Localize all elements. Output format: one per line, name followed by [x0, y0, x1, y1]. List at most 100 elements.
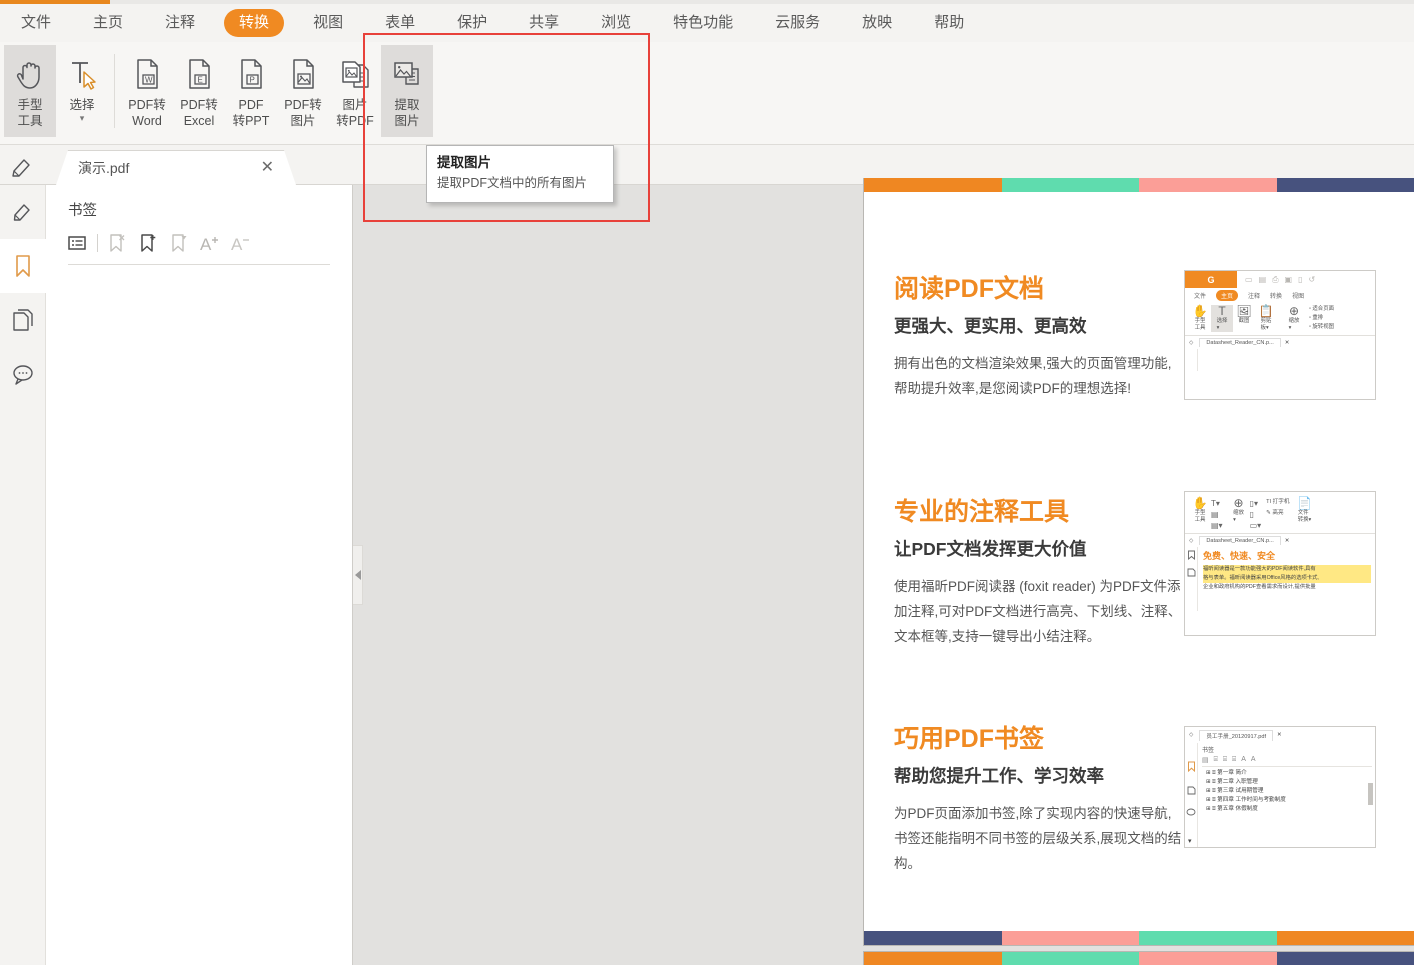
mini-tab-label: 员工手册_20120917.pdf: [1199, 729, 1274, 741]
menu-item-7[interactable]: 共享: [529, 9, 559, 37]
ribbon-button-extract-image[interactable]: 提取 图片: [381, 45, 433, 137]
svg-text:E: E: [198, 76, 203, 85]
ribbon-button-label: 提取 图片: [394, 98, 420, 128]
ribbon-button-label: 图片 转PDF: [336, 98, 374, 128]
add-bookmark-icon[interactable]: [135, 230, 161, 256]
mini-annotation-option: TI 打字机: [1266, 499, 1290, 505]
edit-bookmark-icon: ⌸: [1232, 756, 1237, 763]
mini-quick-access-icons: ▭ ▤ ⎙ ▣ ▯ ↺: [1237, 275, 1315, 285]
delete-bookmark-icon[interactable]: [104, 230, 130, 256]
menu-item-11[interactable]: 放映: [862, 9, 892, 37]
menu-item-6[interactable]: 保护: [457, 9, 487, 37]
edit-bookmark-icon[interactable]: [166, 230, 192, 256]
rail-item-comments[interactable]: [0, 347, 46, 401]
ribbon-button-pdf-to-ppt[interactable]: P PDF 转PPT: [225, 45, 277, 137]
mini-menu-item: 文件: [1194, 293, 1207, 300]
pdf-to-image-icon: [288, 53, 318, 95]
svg-text:A: A: [200, 235, 212, 253]
color-band-1: [1001, 178, 1139, 192]
highlight-pen-icon: [13, 204, 30, 221]
mini-tool-stack-mid: ▯▾ ▯ ▭▾: [1249, 499, 1262, 530]
list-options-icon[interactable]: [64, 230, 90, 256]
bookmarks-panel-title: 书签: [68, 203, 97, 219]
bookmarks-toolbar: A A: [64, 230, 352, 256]
toolbar-divider: [97, 234, 98, 252]
comments-icon: [13, 365, 33, 385]
rail-item-bookmark[interactable]: [0, 239, 46, 293]
ribbon-button-label: 手型 工具: [17, 98, 43, 128]
section-body: 拥有出色的文档渲染效果,强大的页面管理功能,帮助提升效率,是您阅读PDF的理想选…: [894, 356, 1172, 396]
ribbon-button-label: PDF转 Excel: [180, 98, 218, 128]
menu-item-1[interactable]: 主页: [93, 9, 123, 37]
document-tab-label: 演示.pdf: [78, 160, 130, 176]
decrease-font-icon[interactable]: A: [228, 230, 254, 256]
chevron-down-icon[interactable]: ▾: [80, 114, 85, 123]
comments-icon: [1186, 808, 1196, 816]
menu-item-10[interactable]: 云服务: [775, 9, 820, 37]
menu-item-2[interactable]: 注释: [165, 9, 195, 37]
panel-collapse-handle[interactable]: [353, 545, 363, 605]
mini-bookmark-item: ⊞ ⌸ 第三章 试用期管理: [1206, 788, 1264, 794]
menu-item-3[interactable]: 转换: [224, 9, 285, 37]
ribbon-button-pdf-to-excel[interactable]: E PDF转 Excel: [173, 45, 225, 137]
mini-tool-hand: ✋ 手型 工具: [1192, 304, 1208, 332]
mini-rail: [1185, 547, 1198, 611]
mini-ribbon: ✋ 手型 工具 T 选择 ▾ 🖼 截图 📋 剪贴 板▾ ⊕ 缩放 ▾ ▫ 适合页面 ▫ 重排 ▫ 旋转…: [1185, 302, 1375, 335]
pages-icon: [1187, 568, 1195, 577]
save-icon: ▤: [1258, 275, 1267, 284]
mini-tool-hand: ✋ 手型 工具: [1192, 496, 1208, 524]
pdf-viewer-area[interactable]: 阅读PDF文档 更强大、更实用、更高效 拥有出色的文档渲染效果,强大的页面管理功…: [353, 178, 1414, 965]
mini-doc-line: 企业和政府机构的PDF查看需求而设计,提供批量: [1203, 584, 1316, 590]
page-top-color-bar: [864, 178, 1414, 192]
mini-tab-row: ◇ Datasheet_Reader_CN.p... ✕: [1185, 533, 1375, 547]
mini-annotation-option: ✎ 高亮: [1266, 510, 1284, 516]
mini-view-option: ▫ 旋转视图: [1309, 324, 1334, 330]
pdf-to-word-icon: W: [132, 53, 162, 95]
mini-panel-title: 书签: [1202, 748, 1215, 754]
document-tab[interactable]: 演示.pdf ✕: [56, 150, 296, 185]
image-to-pdf-icon: [339, 53, 371, 95]
mini-rail: [1185, 743, 1198, 847]
menu-item-8[interactable]: 浏览: [601, 9, 631, 37]
mini-bookmark-item: ⊞ ⌸ 第五章 休假制度: [1206, 806, 1258, 812]
color-band-1: [1001, 931, 1139, 945]
ribbon-button-label: 选择: [69, 98, 95, 112]
mini-screenshot-annotation: ✋ 手型 工具 T▾ ▤ ▤▾ ⊕ 缩放 ▾ ▯▾ ▯ ▭▾ TI 打字机 ✎ 高亮 📄 文件 转换▾…: [1184, 491, 1376, 636]
mini-tab-label: Datasheet_Reader_CN.p...: [1199, 536, 1281, 545]
mini-scrollbar: [1368, 773, 1373, 843]
svg-text:A: A: [231, 235, 243, 253]
menu-item-0[interactable]: 文件: [21, 9, 51, 37]
color-band-3: [1276, 931, 1414, 945]
menu-item-5[interactable]: 表单: [385, 9, 415, 37]
mini-titlebar: G ▭ ▤ ⎙ ▣ ▯ ↺: [1185, 271, 1375, 288]
mini-doc-line: 格与表单。福昕阅读器采用Office风格的选项卡式,: [1203, 574, 1371, 583]
color-band-1: [1001, 952, 1139, 965]
color-band-3: [1276, 178, 1414, 192]
mini-tool-clipboard: 📋 剪贴 板▾: [1258, 304, 1274, 332]
print-icon: ⎙: [1272, 274, 1279, 284]
ribbon-button-image-to-pdf[interactable]: 图片 转PDF: [329, 45, 381, 137]
ribbon-button-pdf-to-word[interactable]: W PDF转 Word: [121, 45, 173, 137]
mini-menu-item: 视图: [1292, 293, 1305, 300]
ribbon-button-select-text[interactable]: 选择 ▾: [56, 45, 108, 137]
chevron-left-icon: [354, 570, 361, 580]
ribbon-toolbar: 手型 工具 选择 ▾ W PDF转 Word E PDF转 Excel P PDF 转PPT PD…: [0, 42, 1414, 145]
highlight-pen-icon[interactable]: [10, 155, 36, 177]
rail-item-highlight[interactable]: [0, 185, 46, 239]
email-icon: ▣: [1284, 275, 1293, 284]
rail-item-pages[interactable]: [0, 293, 46, 347]
mini-doc-lines: 福昕阅读器是一款功能强大的PDF阅读软件,具有 格与表单。福昕阅读器采用Offic…: [1203, 565, 1371, 592]
increase-font-icon[interactable]: A: [197, 230, 223, 256]
menu-item-4[interactable]: 视图: [313, 9, 343, 37]
menu-item-9[interactable]: 特色功能: [673, 9, 733, 37]
menu-item-12[interactable]: 帮助: [934, 9, 964, 37]
ribbon-button-pdf-to-image[interactable]: PDF转 图片: [277, 45, 329, 137]
pdf-reader-window: 文件 主页 注释 转换 视图 表单 保护 共享 浏览 特色功能 云服务 放映 帮助 手型 工具 选择 ▾ W P…: [0, 0, 1414, 965]
svg-text:P: P: [250, 76, 255, 85]
pages-icon: [13, 309, 33, 331]
mini-bookmark-item: ⊞ ⌸ 第二章 入职管理: [1206, 779, 1258, 785]
ribbon-button-hand[interactable]: 手型 工具: [4, 45, 56, 137]
hand-icon: [15, 53, 45, 95]
bookmarks-panel: 书签 A A: [46, 185, 353, 965]
close-icon[interactable]: ✕: [261, 160, 274, 176]
